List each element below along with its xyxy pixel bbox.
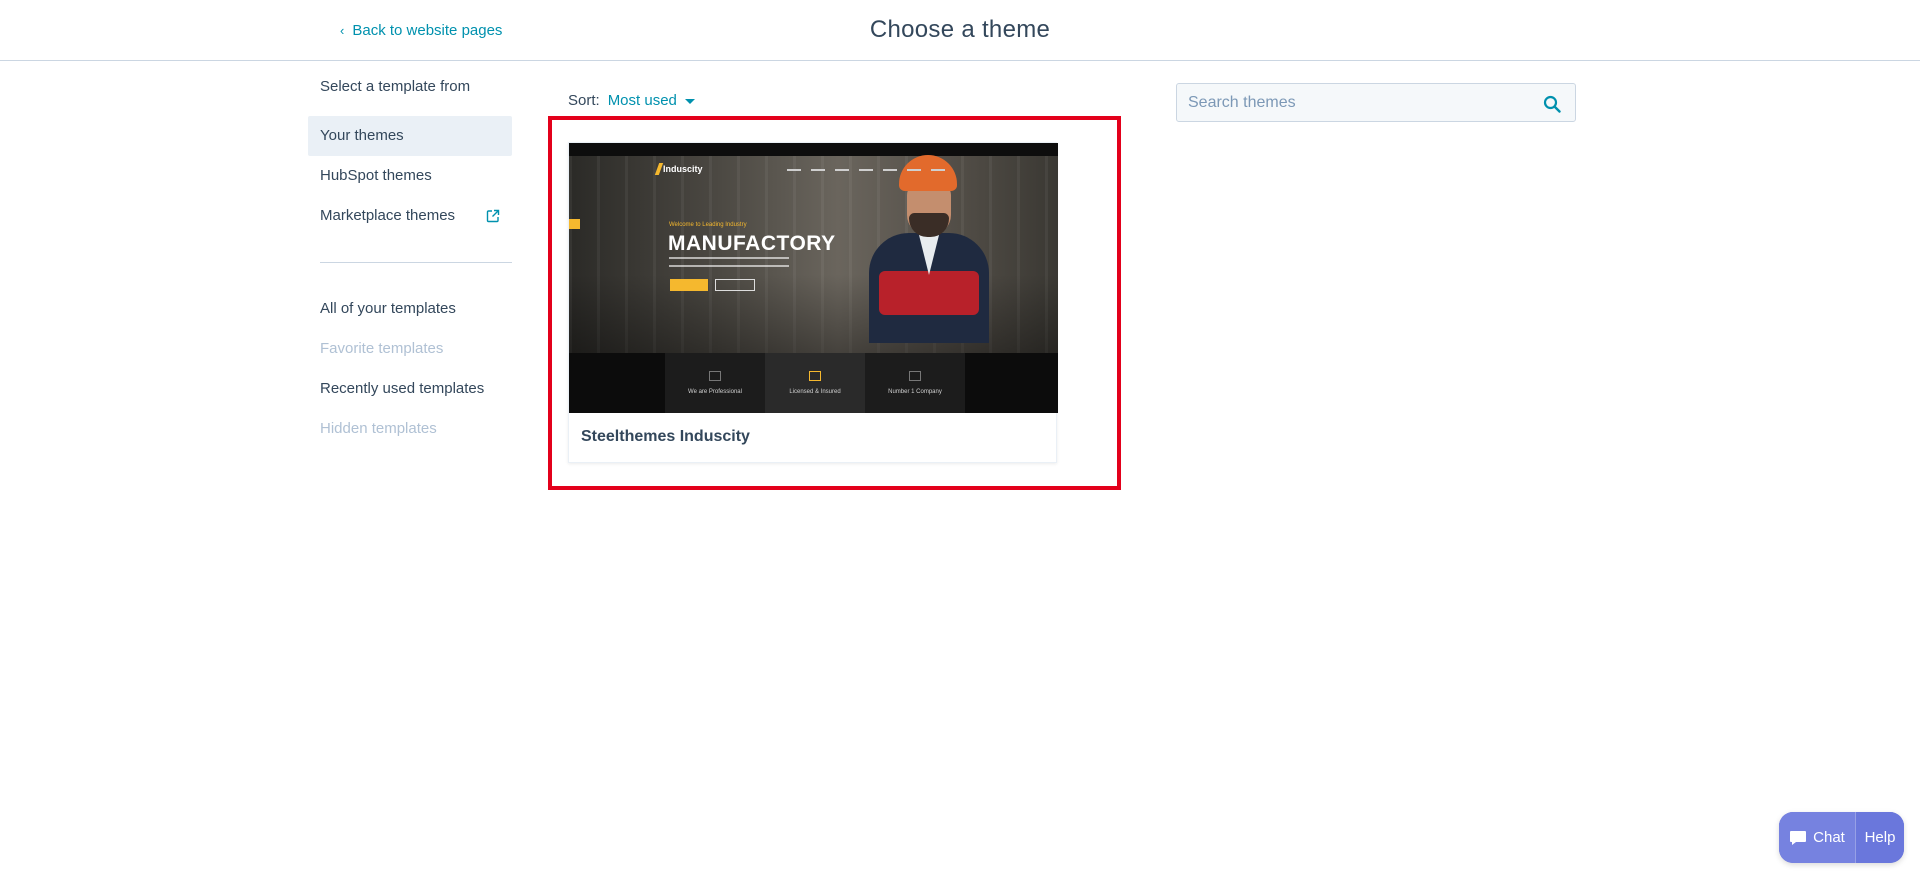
top-bar: ‹ Back to website pages Choose a theme bbox=[0, 0, 1920, 61]
theme-name: Steelthemes Induscity bbox=[581, 428, 750, 445]
sort-dropdown[interactable]: Most used bbox=[608, 92, 695, 109]
sidebar-item-label: Your themes bbox=[320, 127, 404, 144]
sidebar-heading: Select a template from bbox=[320, 78, 471, 95]
sidebar-item-all-templates[interactable]: All of your templates bbox=[308, 289, 512, 329]
sidebar-divider bbox=[320, 262, 512, 263]
preview-hero-title: MANUFACTORY bbox=[668, 232, 836, 255]
sidebar-item-label: Recently used templates bbox=[320, 380, 485, 397]
preview-secondary-button bbox=[715, 279, 755, 291]
sidebar-item-your-themes[interactable]: Your themes bbox=[308, 116, 512, 156]
search-input[interactable] bbox=[1177, 84, 1517, 121]
preview-feature-panel: Number 1 Company bbox=[865, 353, 965, 413]
sidebar-item-marketplace-themes[interactable]: Marketplace themes bbox=[308, 196, 512, 236]
preview-feature-panel: We are Professional bbox=[665, 353, 765, 413]
theme-preview-image: Induscity Welcome to Leading Industry MA… bbox=[569, 143, 1058, 413]
preview-kicker: Welcome to Leading Industry bbox=[669, 222, 747, 228]
preview-brand: Induscity bbox=[663, 164, 703, 174]
sidebar-item-recently-used-templates[interactable]: Recently used templates bbox=[308, 369, 512, 409]
caret-down-icon bbox=[684, 99, 695, 104]
template-source-sidebar: Select a template from Your themes HubSp… bbox=[308, 78, 512, 449]
search-icon[interactable] bbox=[1543, 95, 1561, 113]
search-box bbox=[1176, 83, 1576, 122]
sidebar-item-label: Favorite templates bbox=[320, 340, 444, 357]
sort-value: Most used bbox=[607, 92, 677, 109]
preview-worker-illustration bbox=[869, 149, 989, 343]
page-title: Choose a theme bbox=[869, 16, 1051, 43]
external-link-icon bbox=[486, 209, 500, 223]
help-button[interactable]: Help bbox=[1855, 812, 1904, 863]
preview-side-tab bbox=[569, 219, 580, 229]
preview-hero-text bbox=[669, 257, 789, 267]
sort-control: Sort: Most used bbox=[568, 92, 695, 109]
sidebar-item-hidden-templates: Hidden templates bbox=[308, 409, 512, 449]
sidebar-item-label: All of your templates bbox=[320, 300, 456, 317]
sidebar-item-favorite-templates: Favorite templates bbox=[308, 329, 512, 369]
theme-card[interactable]: Induscity Welcome to Leading Industry MA… bbox=[568, 142, 1058, 463]
chat-button[interactable]: Chat bbox=[1779, 812, 1855, 863]
chat-widget: Chat Help bbox=[1779, 812, 1904, 863]
sidebar-item-hubspot-themes[interactable]: HubSpot themes bbox=[308, 156, 512, 196]
help-label: Help bbox=[1864, 829, 1896, 846]
chat-label: Chat bbox=[1813, 829, 1845, 846]
sidebar-item-label: HubSpot themes bbox=[320, 167, 432, 184]
sidebar-item-label: Marketplace themes bbox=[320, 207, 456, 224]
sidebar-item-label: Hidden templates bbox=[320, 420, 437, 437]
chat-bubble-icon bbox=[1790, 830, 1807, 845]
preview-nav bbox=[787, 169, 945, 171]
preview-feature-strip: We are Professional Licensed & Insured N… bbox=[569, 353, 1058, 413]
preview-feature-panel: Licensed & Insured bbox=[765, 353, 865, 413]
sort-label: Sort: bbox=[568, 92, 600, 109]
preview-primary-button bbox=[670, 279, 708, 291]
